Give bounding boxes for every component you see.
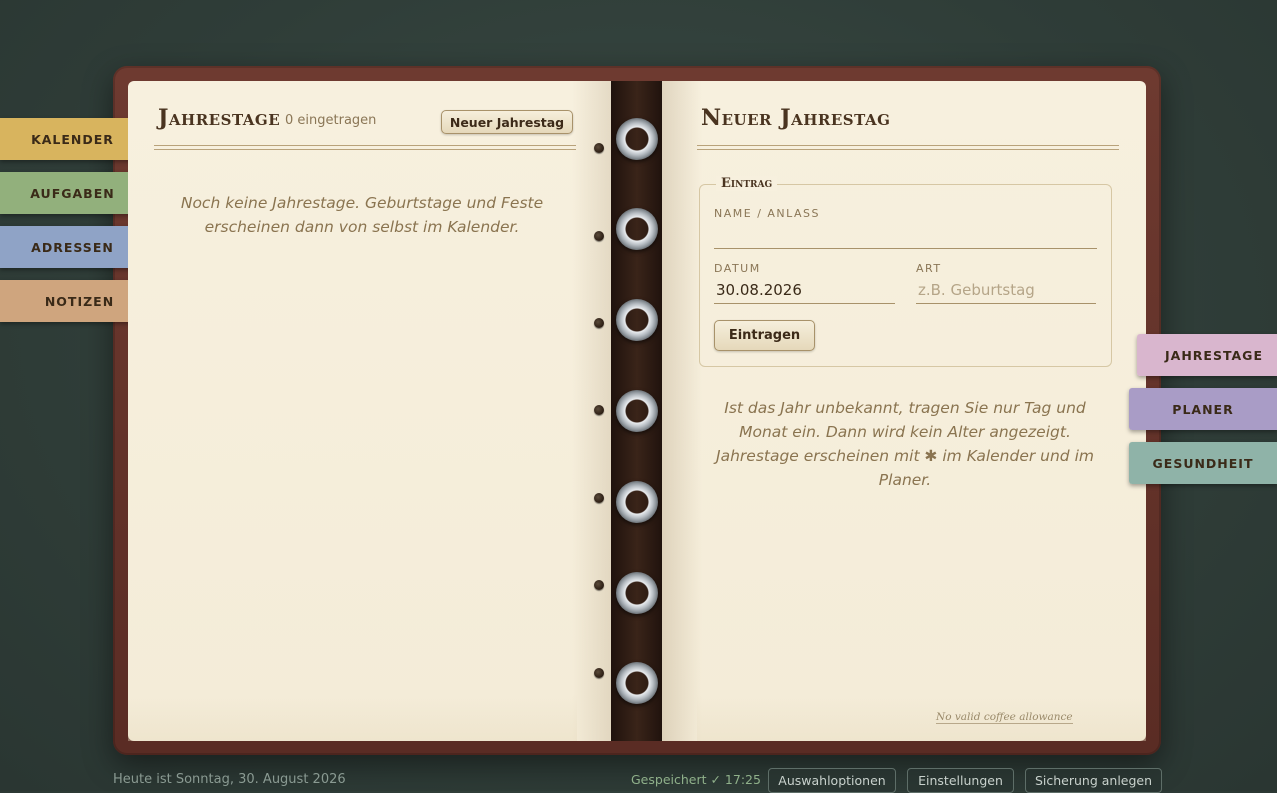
tab-aufgaben[interactable]: AUFGABEN	[0, 172, 145, 214]
tab-kalender[interactable]: KALENDER	[0, 118, 145, 160]
binder-ring	[616, 572, 658, 614]
coffee-link[interactable]: No valid coffee allowance	[936, 711, 1073, 724]
rivet	[594, 318, 604, 328]
binder-ring	[616, 662, 658, 704]
tab-planer[interactable]: PLANER	[1129, 388, 1277, 430]
left-page: Jahrestage 0 eingetragen Neuer Jahrestag…	[128, 81, 612, 741]
entry-count: 0 eingetragen	[285, 113, 377, 128]
tab-gesundheit[interactable]: GESUNDHEIT	[1129, 442, 1277, 484]
rivet	[594, 231, 604, 241]
form-title: Neuer Jahrestag	[701, 105, 891, 131]
title-divider	[697, 145, 1119, 150]
type-label: ART	[916, 262, 942, 275]
rivet	[594, 668, 604, 678]
saved-status: Gespeichert ✓ 17:25	[631, 772, 761, 787]
tab-adressen[interactable]: ADRESSEN	[0, 226, 145, 268]
name-label: NAME / ANLASS	[714, 207, 821, 220]
page-bottom-shade	[697, 694, 1146, 741]
submit-button[interactable]: Eintragen	[714, 320, 815, 351]
tab-jahrestage[interactable]: JAHRESTAGE	[1137, 334, 1277, 376]
binder-ring	[616, 390, 658, 432]
page-bottom-shade	[128, 694, 577, 741]
rivet	[594, 143, 604, 153]
rivet	[594, 493, 604, 503]
help-note: Ist das Jahr unbekannt, tragen Sie nur T…	[716, 399, 1094, 489]
date-label: DATUM	[714, 262, 761, 275]
new-anniversary-button[interactable]: Neuer Jahrestag	[441, 110, 573, 134]
page-title: Jahrestage	[158, 105, 281, 131]
today-label: Heute ist Sonntag, 30. August 2026	[113, 772, 346, 787]
empty-state-note: Noch keine Jahrestage. Geburtstage und F…	[180, 194, 544, 236]
binder-ring	[616, 299, 658, 341]
binder-ring	[616, 208, 658, 250]
right-page: Neuer Jahrestag Eintrag NAME / ANLASS DA…	[662, 81, 1146, 741]
fieldset-legend: Eintrag	[716, 176, 778, 191]
settings-button[interactable]: Einstellungen	[907, 768, 1014, 793]
title-divider	[154, 145, 576, 150]
selection-options-button[interactable]: Auswahloptionen	[768, 768, 896, 793]
backup-button[interactable]: Sicherung anlegen	[1025, 768, 1162, 793]
rivet	[594, 580, 604, 590]
tab-notizen[interactable]: NOTIZEN	[0, 280, 145, 322]
rivet	[594, 405, 604, 415]
binder-ring	[616, 481, 658, 523]
binder-ring	[616, 118, 658, 160]
date-input[interactable]	[714, 277, 895, 304]
type-input[interactable]	[916, 277, 1096, 304]
name-input[interactable]	[714, 222, 1097, 249]
